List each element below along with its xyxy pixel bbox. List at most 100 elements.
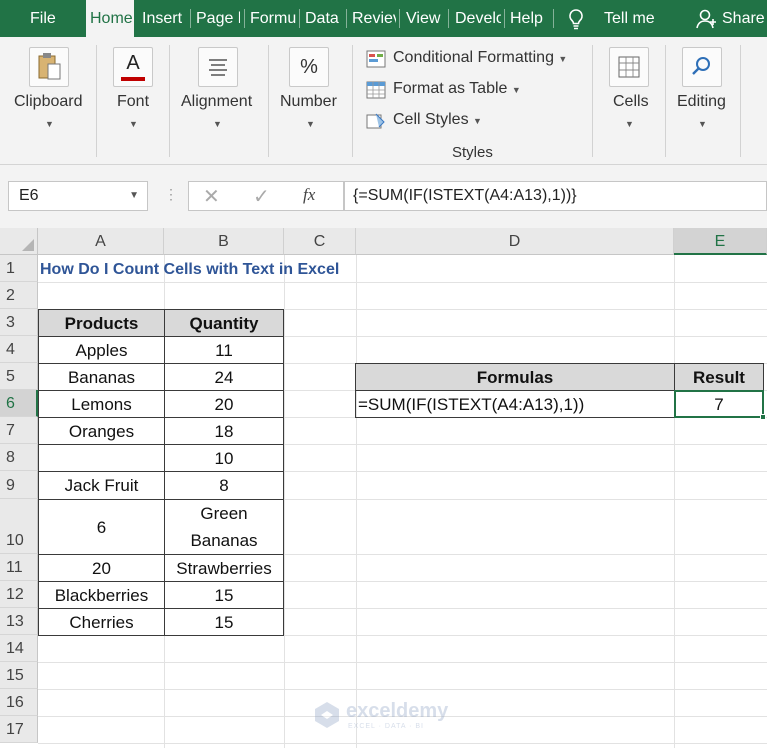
table-cell-product[interactable]: Apples [38,336,165,364]
percent-icon: % [289,47,329,87]
tab-data[interactable]: Data [305,0,343,37]
row-header[interactable]: 10 [0,499,38,554]
column-header-b[interactable]: B [164,228,284,255]
table-cell-product[interactable] [38,444,165,472]
tab-page-layout[interactable]: Page l [196,0,240,37]
cell-styles-icon [366,113,385,129]
search-icon [682,47,722,87]
insert-function-icon[interactable]: fx [303,185,315,205]
exceldemy-logo-icon [315,702,339,728]
table-cell-product[interactable]: Lemons [38,390,165,418]
table-cell-quantity[interactable]: 15 [164,608,284,636]
table-cell-quantity[interactable]: 20 [164,390,284,418]
column-header-d[interactable]: D [356,228,674,255]
conditional-formatting-label: Conditional Formatting ▼ [393,49,568,66]
formula-input[interactable]: {=SUM(IF(ISTEXT(A4:A13),1))} [344,181,767,211]
chevron-down-icon: ▼ [306,119,315,129]
lightbulb-icon[interactable] [566,8,586,30]
row-header[interactable]: 6 [0,390,38,417]
number-group[interactable]: % Number ▼ [269,37,351,165]
result-cell-selected[interactable]: 7 [674,390,764,418]
row-header[interactable]: 5 [0,363,38,390]
table-cell-quantity[interactable]: 15 [164,581,284,609]
watermark: exceldemy EXCEL · DATA · BI [312,698,462,734]
clipboard-label: Clipboard [14,93,83,110]
table-cell-quantity[interactable]: 10 [164,444,284,472]
table-cell-quantity[interactable]: Strawberries [164,554,284,582]
row-header[interactable]: 11 [0,554,38,581]
formulas-header[interactable]: Formulas [355,363,675,391]
table-cell-product[interactable]: Bananas [38,363,165,391]
cells-group[interactable]: Cells ▼ [593,37,665,165]
clipboard-group[interactable]: Clipboard ▼ [0,37,96,165]
tab-file[interactable]: File [30,0,56,37]
watermark-name: exceldemy [346,700,449,722]
fill-handle[interactable] [760,414,766,420]
table-cell-product[interactable]: 20 [38,554,165,582]
table-cell-quantity[interactable]: 24 [164,363,284,391]
watermark-tagline: EXCEL · DATA · BI [348,723,424,730]
ribbon: Clipboard ▼ A Font ▼ Alignment ▼ % Numbe… [0,37,767,165]
name-box[interactable]: E6 ▼ [8,181,148,211]
row-header[interactable]: 13 [0,608,38,635]
font-label: Font [117,93,150,110]
column-header-e[interactable]: E [674,228,767,255]
tab-developer[interactable]: Develo [455,0,501,37]
tab-view[interactable]: View [406,0,444,37]
tab-insert[interactable]: Insert [142,0,187,37]
cell-styles-label: Cell Styles ▼ [393,111,482,128]
more-options-icon[interactable]: ⋮ [164,186,178,203]
table-cell-quantity[interactable]: Green Bananas [164,499,284,555]
formula-text-cell[interactable]: =SUM(IF(ISTEXT(A4:A13),1)) [355,390,675,418]
enter-icon[interactable]: ✓ [253,184,270,209]
row-header[interactable]: 16 [0,689,38,716]
formula-buttons: ✕ ✓ fx [188,181,344,211]
tab-help[interactable]: Help [510,0,550,37]
tab-home[interactable]: Home [86,0,134,37]
column-header-c[interactable]: C [284,228,356,255]
alignment-group[interactable]: Alignment ▼ [170,37,268,165]
select-all-button[interactable] [0,228,38,255]
tell-me-search[interactable]: Tell me [604,0,655,37]
table-cell-product[interactable]: Blackberries [38,581,165,609]
editing-label: Editing [677,93,726,110]
row-header[interactable]: 7 [0,417,38,444]
tab-review[interactable]: Reviev [352,0,396,37]
editing-group[interactable]: Editing ▼ [666,37,740,165]
number-label: Number [280,93,337,110]
sheet-title[interactable]: How Do I Count Cells with Text in Excel [40,256,339,283]
table-header-quantity[interactable]: Quantity [164,309,284,337]
cells-icon [609,47,649,87]
row-header[interactable]: 15 [0,662,38,689]
font-color-icon: A [113,47,153,87]
table-cell-product[interactable]: 6 [38,499,165,555]
row-header[interactable]: 14 [0,635,38,662]
chevron-down-icon[interactable]: ▼ [129,182,139,210]
styles-group-label: Styles [452,144,493,161]
row-header[interactable]: 8 [0,444,38,471]
person-icon[interactable] [696,9,718,29]
row-header[interactable]: 17 [0,716,38,743]
row-header[interactable]: 4 [0,336,38,363]
chevron-down-icon: ▼ [129,119,138,129]
tab-formulas[interactable]: Formu [250,0,296,37]
share-button[interactable]: Share [722,0,765,37]
table-cell-quantity[interactable]: 8 [164,471,284,500]
font-group[interactable]: A Font ▼ [97,37,169,165]
row-header[interactable]: 12 [0,581,38,608]
table-cell-product[interactable]: Oranges [38,417,165,445]
row-header[interactable]: 2 [0,282,38,309]
conditional-formatting-icon [366,50,386,68]
table-cell-quantity[interactable]: 11 [164,336,284,364]
row-header[interactable]: 1 [0,255,38,282]
row-header[interactable]: 9 [0,471,38,499]
cancel-icon[interactable]: ✕ [203,184,220,209]
table-cell-product[interactable]: Jack Fruit [38,471,165,500]
chevron-down-icon: ▼ [45,119,54,129]
table-header-products[interactable]: Products [38,309,165,337]
table-cell-quantity[interactable]: 18 [164,417,284,445]
column-header-a[interactable]: A [38,228,164,255]
result-header[interactable]: Result [674,363,764,391]
table-cell-product[interactable]: Cherries [38,608,165,636]
row-header[interactable]: 3 [0,309,38,336]
